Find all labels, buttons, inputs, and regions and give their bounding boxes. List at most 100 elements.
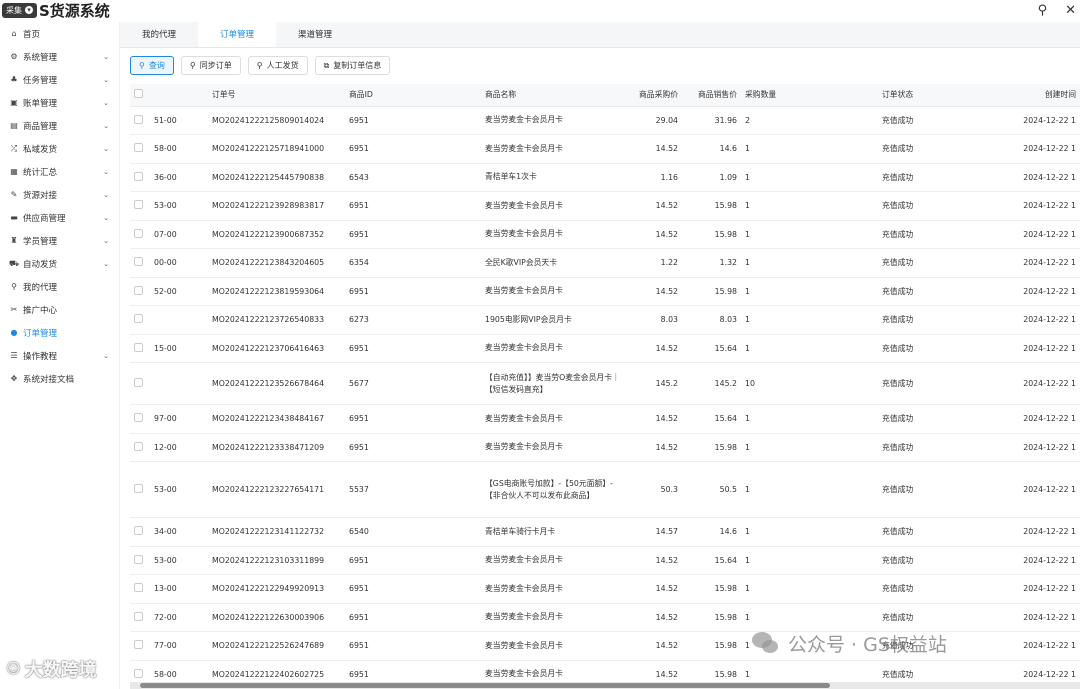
row-checkbox[interactable] [134,441,143,451]
table-row[interactable]: 36-00 MO20241222125445790838 6543 青桔单车1次卡 1.… [130,163,1080,192]
sidebar-item-14[interactable]: ☰ 操作教程 ⌄ [0,344,119,367]
table-row[interactable]: 34-00 MO20241222123141122732 6540 青桔单车骑行卡月卡… [130,517,1080,547]
row-checkbox[interactable] [134,668,143,678]
col-header-qty[interactable]: 采购数量 [741,84,878,107]
collect-badge-label: 采集 [6,5,22,15]
search-icon[interactable]: ⚲ [1038,3,1048,18]
row-checkbox[interactable] [134,143,143,153]
row-checkbox[interactable] [134,257,143,267]
order-no-cell: MO20241222123141122732 [208,517,345,547]
row-checkbox[interactable] [134,171,143,181]
product-id-cell: 6951 [345,574,481,604]
table-row[interactable]: 58-00 MO20241222125718941000 6951 麦当劳麦金卡会员月… [130,134,1080,164]
row-checkbox[interactable] [134,611,143,621]
row-checkbox[interactable] [134,413,143,423]
sidebar-item-6[interactable]: ▦ 统计汇总 ⌄ [0,160,119,183]
table-row[interactable]: 13-00 MO20241222122949920913 6951 麦当劳麦金卡会员月… [130,574,1080,604]
sale-price-cell: 15.98 [682,433,741,462]
table-row[interactable]: 72-00 MO20241222122630003906 6951 麦当劳麦金卡会员月… [130,603,1080,632]
order-no-cell: MO20241222122949920913 [208,574,345,604]
table-row[interactable]: 52-00 MO20241222123819593064 6951 麦当劳麦金卡会员月… [130,277,1080,306]
row-checkbox[interactable] [134,526,143,536]
table-row[interactable]: 53-00 MO20241222123227654171 5537 【GS电商账号加款… [130,461,1080,518]
sidebar-item-1[interactable]: ⚙ 系统管理 ⌄ [0,45,119,68]
col-header-product-name[interactable]: 商品名称 [481,84,627,107]
row-checkbox[interactable] [134,200,143,210]
col-header-sale-price[interactable]: 商品销售价 [682,84,741,107]
row-checkbox[interactable] [134,314,143,324]
row-select-cell [130,660,150,682]
table-row[interactable]: 15-00 MO20241222123706416463 6951 麦当劳麦金卡会员月… [130,334,1080,363]
row-checkbox[interactable] [134,378,143,387]
table-row[interactable]: 58-00 MO20241222122402602725 6951 麦当劳麦金卡会员月… [130,660,1080,682]
sidebar-item-2[interactable]: ♣ 任务管理 ⌄ [0,68,119,91]
order-no-cell: MO20241222125718941000 [208,134,345,164]
table-row[interactable]: MO20241222123726540833 6273 1905电影网VIP会员月卡… [130,305,1080,335]
table-row[interactable]: 07-00 MO20241222123900687352 6951 麦当劳麦金卡会员月… [130,220,1080,249]
product-name-cell: 麦当劳麦金卡会员月卡 [481,134,627,164]
manual-delivery-button[interactable]: ⚲ 人工发货 [247,56,308,75]
product-id-cell: 6951 [345,191,481,221]
sale-price-cell: 15.98 [682,191,741,221]
product-name-cell: 麦当劳麦金卡会员月卡 [481,106,627,135]
col-header-status[interactable]: 订单状态 [878,84,988,107]
status-cell: 充值成功 [878,305,988,335]
sidebar-item-15[interactable]: ✥ 系统对接文档 [0,367,119,390]
status-cell: 充值成功 [878,134,988,164]
sidebar-item-7[interactable]: ✎ 货源对接 ⌄ [0,183,119,206]
tab-0[interactable]: 我的代理 [120,22,198,47]
sidebar-item-12[interactable]: ✂ 推广中心 [0,298,119,321]
sidebar-item-13[interactable]: ● 订单管理 [0,321,119,344]
col-header-product-id[interactable]: 商品ID [345,84,481,107]
table-row[interactable]: 51-00 MO20241222125809014024 6951 麦当劳麦金卡会员月… [130,106,1080,135]
row-checkbox[interactable] [134,228,143,238]
row-checkbox[interactable] [134,484,143,493]
sidebar-item-5[interactable]: ⤮ 私域发货 ⌄ [0,137,119,160]
sidebar-item-10[interactable]: ⛟ 自动发货 ⌄ [0,252,119,275]
status-cell: 充值成功 [878,163,988,192]
table-row[interactable]: 12-00 MO20241222123338471209 6951 麦当劳麦金卡会员月… [130,433,1080,462]
table-row[interactable]: 53-00 MO20241222123103311899 6951 麦当劳麦金卡会员月… [130,546,1080,575]
close-icon[interactable]: ✕ [1065,3,1076,18]
row-prefix-cell: 53-00 [150,191,208,221]
table-row[interactable]: MO20241222123526678464 5677 【自动充值】】麦当劳O麦金会… [130,362,1080,405]
table-row[interactable]: 97-00 MO20241222123438484167 6951 麦当劳麦金卡会员月… [130,404,1080,434]
query-button[interactable]: ⚲ 查询 [130,56,174,75]
select-all-checkbox[interactable] [134,89,143,99]
home-icon: ⌂ [11,29,17,38]
table-row[interactable]: 00-00 MO20241222123843204605 6354 全民K歌VIP会员… [130,248,1080,278]
created-time-cell: 2024-12-22 1 [988,248,1080,278]
sidebar-item-4[interactable]: ▤ 商品管理 ⌄ [0,114,119,137]
orders-table: 订单号 商品ID 商品名称 商品采购价 商品销售价 采购数量 订单状态 创建时间… [130,84,1080,682]
row-select-cell [130,220,150,249]
row-checkbox[interactable] [134,554,143,564]
row-checkbox[interactable] [134,583,143,593]
sidebar-item-9[interactable]: ♜ 学员管理 ⌄ [0,229,119,252]
row-checkbox[interactable] [134,114,143,124]
col-header-created[interactable]: 创建时间 [988,84,1080,107]
sidebar-item-11[interactable]: ⚲ 我的代理 [0,275,119,298]
scrollbar-thumb[interactable] [140,683,830,688]
purchase-price-cell: 1.16 [627,163,682,192]
product-name-cell: 全民K歌VIP会员天卡 [481,248,627,278]
tab-1[interactable]: 订单管理 [198,22,276,47]
sync-orders-button[interactable]: ⚲ 同步订单 [180,56,241,75]
sidebar-item-0[interactable]: ⌂ 首页 [0,22,119,45]
col-header-blank [150,84,208,107]
product-id-cell: 6951 [345,334,481,363]
row-checkbox[interactable] [134,285,143,295]
qty-cell: 2 [741,106,878,135]
col-header-purchase-price[interactable]: 商品采购价 [627,84,682,107]
sidebar-item-3[interactable]: ▣ 账单管理 ⌄ [0,91,119,114]
sidebar-item-8[interactable]: ▬ 供应商管理 ⌄ [0,206,119,229]
created-time-cell: 2024-12-22 1 [988,546,1080,575]
horizontal-scrollbar[interactable] [130,682,1080,689]
collect-badge[interactable]: 采集 ▾ [2,2,37,18]
tab-2[interactable]: 渠道管理 [276,22,354,47]
row-checkbox[interactable] [134,640,143,650]
table-row[interactable]: 53-00 MO20241222123928983817 6951 麦当劳麦金卡会员月… [130,191,1080,221]
col-header-order-no[interactable]: 订单号 [208,84,345,107]
row-checkbox[interactable] [134,342,143,352]
copy-order-info-button[interactable]: ⧉ 复制订单信息 [314,56,391,75]
row-select-cell [130,163,150,192]
